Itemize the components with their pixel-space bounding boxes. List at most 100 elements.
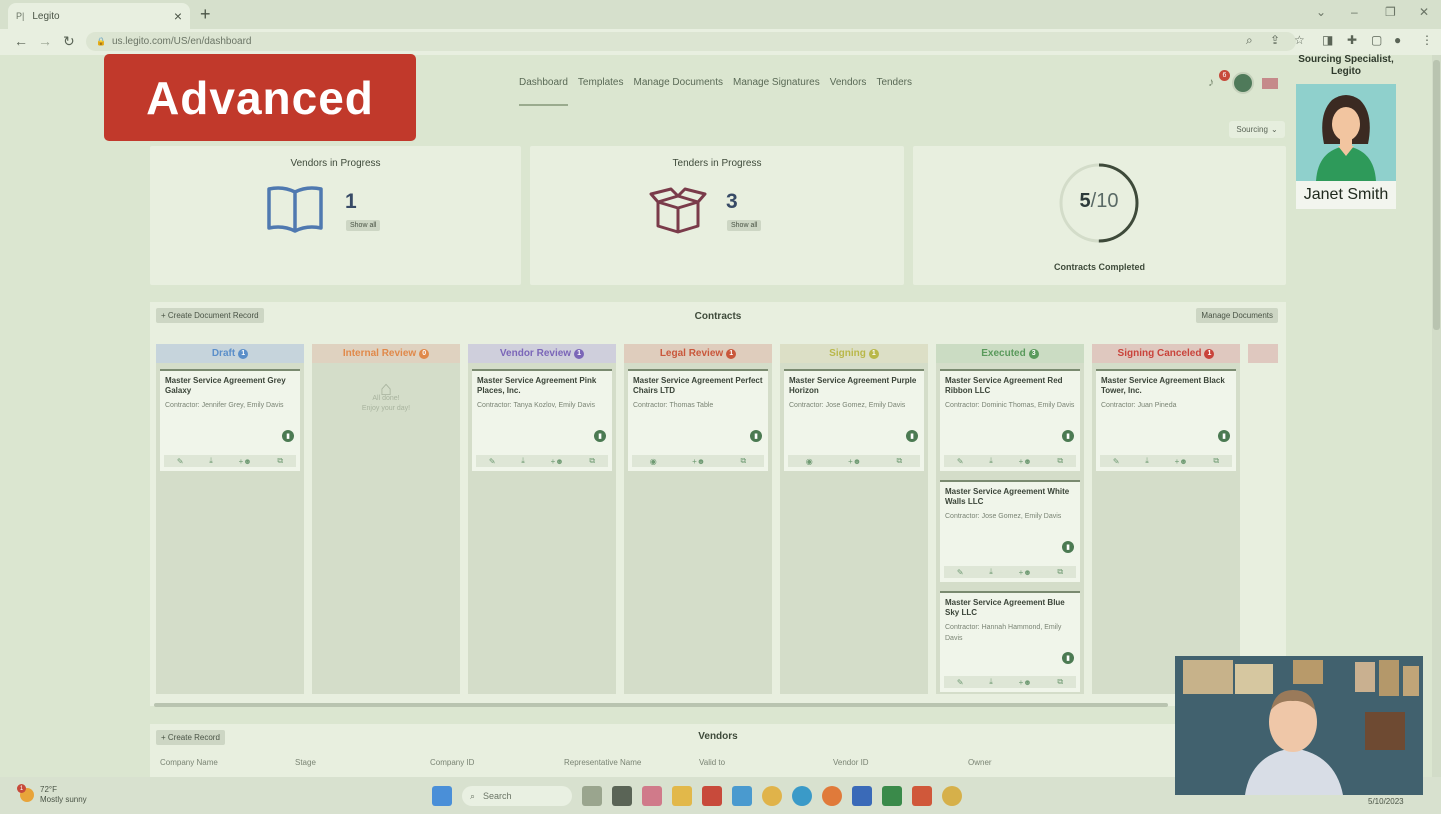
view-icon[interactable]: ◉ xyxy=(650,457,657,466)
firefox-icon[interactable] xyxy=(822,786,842,806)
open-external-icon[interactable]: ⧉ xyxy=(1057,456,1063,466)
chrome-profile-icon[interactable] xyxy=(942,786,962,806)
download-icon[interactable]: ⤓ xyxy=(209,456,213,466)
add-user-icon[interactable]: +☻ xyxy=(1019,568,1032,577)
edit-icon[interactable]: ✎ xyxy=(957,568,964,577)
flag-icon[interactable] xyxy=(1262,77,1278,89)
address-bar[interactable]: 🔒 us.legito.com/US/en/dashboard xyxy=(86,32,1296,51)
nav-manage-documents[interactable]: Manage Documents xyxy=(634,77,724,106)
open-external-icon[interactable]: ⧉ xyxy=(277,456,283,466)
add-user-icon[interactable]: +☻ xyxy=(848,457,861,466)
view-icon[interactable]: ◉ xyxy=(806,457,813,466)
download-icon[interactable]: ⤓ xyxy=(989,567,993,577)
puzzle-icon[interactable]: ✚ xyxy=(1347,33,1357,47)
word-icon[interactable] xyxy=(852,786,872,806)
nav-tenders[interactable]: Tenders xyxy=(876,77,912,106)
sidepanel-icon[interactable]: ▢ xyxy=(1371,33,1382,47)
weather-widget[interactable]: 1 72°F Mostly sunny xyxy=(17,784,87,805)
share-icon[interactable]: ⇪ xyxy=(1270,33,1280,47)
open-external-icon[interactable]: ⧉ xyxy=(1057,567,1063,577)
star-icon[interactable]: ☆ xyxy=(1294,33,1305,47)
nav-dashboard[interactable]: Dashboard xyxy=(519,77,568,106)
contract-card[interactable]: Master Service Agreement Black Tower, In… xyxy=(1096,369,1236,471)
teams-icon[interactable] xyxy=(642,786,662,806)
file-explorer-icon[interactable] xyxy=(672,786,692,806)
add-user-icon[interactable]: +☻ xyxy=(1019,678,1032,687)
column-header[interactable]: Stage xyxy=(295,758,316,767)
widgets-icon[interactable] xyxy=(612,786,632,806)
profile-icon[interactable]: ● xyxy=(1394,33,1401,47)
add-user-icon[interactable]: +☻ xyxy=(1175,457,1188,466)
contract-card[interactable]: Master Service Agreement Grey Galaxy Con… xyxy=(160,369,300,471)
contract-card[interactable]: Master Service Agreement Red Ribbon LLC … xyxy=(940,369,1080,471)
nav-templates[interactable]: Templates xyxy=(578,77,624,106)
column-header[interactable]: Representative Name xyxy=(564,758,641,767)
edit-icon[interactable]: ✎ xyxy=(957,678,964,687)
back-icon[interactable]: ← xyxy=(14,33,28,49)
add-user-icon[interactable]: +☻ xyxy=(1019,457,1032,466)
chevron-down-icon[interactable]: ⌄ xyxy=(1316,5,1326,19)
column-header[interactable]: Company Name xyxy=(160,758,218,767)
taskbar-search[interactable]: ⌕ Search xyxy=(462,786,572,806)
contract-card[interactable]: Master Service Agreement Blue Sky LLC Co… xyxy=(940,591,1080,692)
column-header[interactable]: Vendor ID xyxy=(833,758,869,767)
add-user-icon[interactable]: +☻ xyxy=(692,457,705,466)
extension-icon[interactable]: ◨ xyxy=(1322,33,1333,47)
browser-tab[interactable]: P| Legito × xyxy=(8,3,190,29)
nav-vendors[interactable]: Vendors xyxy=(830,77,867,106)
contract-card[interactable]: Master Service Agreement Perfect Chairs … xyxy=(628,369,768,471)
new-tab-icon[interactable]: + xyxy=(200,4,211,25)
reload-icon[interactable]: ↻ xyxy=(63,33,75,50)
restore-icon[interactable]: ❐ xyxy=(1385,5,1396,19)
edit-icon[interactable]: ✎ xyxy=(957,457,964,466)
edit-icon[interactable]: ✎ xyxy=(177,457,184,466)
workspace-select[interactable]: Sourcing ⌄ xyxy=(1229,121,1285,138)
open-external-icon[interactable]: ⧉ xyxy=(897,456,903,466)
calendar-icon[interactable] xyxy=(732,786,752,806)
open-external-icon[interactable]: ⧉ xyxy=(1057,677,1063,687)
vendors-count: 1 xyxy=(345,190,357,213)
zoom-icon[interactable]: ⌕ xyxy=(1246,33,1253,48)
menu-kebab-icon[interactable]: ⋮ xyxy=(1421,33,1433,47)
minimize-icon[interactable]: – xyxy=(1351,5,1358,19)
powerpoint-icon[interactable] xyxy=(912,786,932,806)
column-header[interactable]: Owner xyxy=(968,758,992,767)
workspace-label: Sourcing xyxy=(1236,125,1268,134)
contract-card[interactable]: Master Service Agreement Pink Places, In… xyxy=(472,369,612,471)
column-title: Internal Review xyxy=(342,348,417,359)
open-external-icon[interactable]: ⧉ xyxy=(589,456,595,466)
chrome-icon[interactable] xyxy=(762,786,782,806)
manage-documents-button[interactable]: Manage Documents xyxy=(1196,308,1278,323)
open-external-icon[interactable]: ⧉ xyxy=(741,456,747,466)
tenders-show-all-button[interactable]: Show all xyxy=(727,220,762,231)
close-tab-icon[interactable]: × xyxy=(174,8,182,24)
column-header[interactable]: Company ID xyxy=(430,758,474,767)
contract-card[interactable]: Master Service Agreement Purple Horizon … xyxy=(784,369,924,471)
board-horizontal-scrollbar[interactable] xyxy=(154,703,1168,707)
excel-icon[interactable] xyxy=(882,786,902,806)
add-user-icon[interactable]: +☻ xyxy=(239,457,252,466)
close-window-icon[interactable]: ✕ xyxy=(1419,5,1429,19)
download-icon[interactable]: ⤓ xyxy=(1145,456,1149,466)
task-view-icon[interactable] xyxy=(582,786,602,806)
open-external-icon[interactable]: ⧉ xyxy=(1213,456,1219,466)
windows-start-icon[interactable] xyxy=(432,786,452,806)
download-icon[interactable]: ⤓ xyxy=(989,677,993,687)
nav-manage-signatures[interactable]: Manage Signatures xyxy=(733,77,820,106)
bell-icon[interactable]: ♪ 6 xyxy=(1208,70,1230,91)
edge-icon[interactable] xyxy=(792,786,812,806)
download-icon[interactable]: ⤓ xyxy=(989,456,993,466)
download-icon[interactable]: ⤓ xyxy=(521,456,525,466)
column-title: Executed xyxy=(981,348,1026,359)
page-scrollbar-thumb[interactable] xyxy=(1433,60,1440,330)
gmail-icon[interactable] xyxy=(702,786,722,806)
column-header[interactable]: Valid to xyxy=(699,758,725,767)
contract-card[interactable]: Master Service Agreement White Walls LLC… xyxy=(940,480,1080,582)
forward-icon[interactable]: → xyxy=(38,33,52,49)
edit-icon[interactable]: ✎ xyxy=(1113,457,1120,466)
user-avatar[interactable] xyxy=(1232,72,1254,94)
sun-icon: 1 xyxy=(17,784,34,802)
vendors-show-all-button[interactable]: Show all xyxy=(346,220,381,231)
add-user-icon[interactable]: +☻ xyxy=(551,457,564,466)
edit-icon[interactable]: ✎ xyxy=(489,457,496,466)
